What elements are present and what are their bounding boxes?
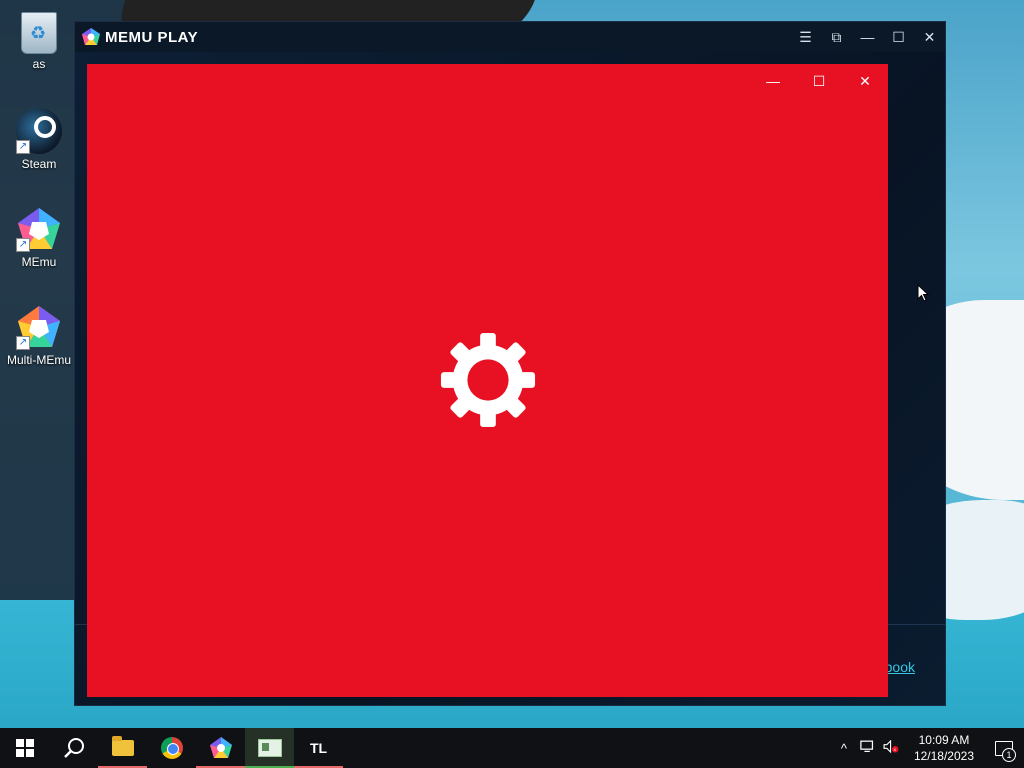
network-icon[interactable] — [856, 740, 880, 756]
minimize-button[interactable]: — — [852, 22, 883, 52]
search-button[interactable] — [49, 728, 98, 768]
desktop-icon-steam[interactable]: ↗ Steam — [2, 108, 76, 171]
memu-title-text: MEMU PLAY — [105, 28, 199, 46]
desktop-icon-label: as — [32, 57, 46, 71]
desktop-icon-label: MEmu — [21, 255, 57, 269]
chevron-up-icon[interactable]: ^ — [832, 741, 856, 756]
memu-logo-icon — [82, 28, 100, 45]
app-icon — [257, 739, 282, 757]
volume-muted-icon[interactable]: x — [880, 739, 904, 756]
app-minimize-button[interactable]: — — [750, 64, 796, 98]
notification-button[interactable]: 1 — [984, 728, 1024, 768]
gear-icon — [440, 332, 536, 428]
screen-mode-icon[interactable]: ⧉ — [821, 22, 852, 52]
desktop-icon-label: Steam — [21, 157, 57, 171]
shortcut-arrow-icon: ↗ — [16, 336, 30, 350]
windows-icon — [15, 739, 34, 757]
multi-memu-icon: ↗ — [16, 304, 62, 350]
taskbar: TL ^ x 10:09 AM 12/18/2023 1 — [0, 728, 1024, 768]
app-close-button[interactable]: ✕ — [842, 64, 888, 98]
memu-icon: ↗ — [16, 206, 62, 252]
clock[interactable]: 10:09 AM 12/18/2023 — [904, 732, 984, 764]
desktop-icon-multi-memu[interactable]: ↗ Multi-MEmu — [2, 304, 76, 367]
system-tray: ^ x 10:09 AM 12/18/2023 1 — [832, 728, 1024, 768]
chrome-icon — [160, 737, 183, 759]
maximize-button[interactable]: ☐ — [883, 22, 914, 52]
app-maximize-button[interactable]: ☐ — [796, 64, 842, 98]
taskbar-app[interactable] — [245, 728, 294, 768]
close-button[interactable]: ✕ — [914, 22, 945, 52]
clock-date: 12/18/2023 — [913, 749, 974, 763]
search-icon — [63, 738, 84, 758]
memu-icon — [209, 737, 232, 758]
file-explorer-icon — [111, 736, 134, 756]
notification-count: 1 — [1002, 748, 1016, 762]
recycle-bin-icon — [21, 12, 57, 54]
facebook-link[interactable]: book — [885, 659, 915, 675]
tl-icon: TL — [309, 740, 328, 756]
shortcut-arrow-icon: ↗ — [16, 238, 30, 252]
desktop-icon-label: Multi-MEmu — [6, 353, 71, 367]
desktop-icon-memu[interactable]: ↗ MEmu — [2, 206, 76, 269]
mouse-cursor-icon — [917, 284, 929, 302]
taskbar-tl[interactable]: TL — [294, 728, 343, 768]
menu-icon[interactable]: ☰ — [790, 22, 821, 52]
app-loading-window: — ☐ ✕ — [87, 64, 888, 697]
taskbar-chrome[interactable] — [147, 728, 196, 768]
taskbar-memu[interactable] — [196, 728, 245, 768]
shortcut-arrow-icon: ↗ — [16, 140, 30, 154]
desktop-icon-recycle-bin[interactable]: as — [2, 8, 76, 71]
start-button[interactable] — [0, 728, 49, 768]
clock-time: 10:09 AM — [918, 733, 970, 747]
memu-logo: MEMU PLAY — [81, 27, 198, 47]
taskbar-file-explorer[interactable] — [98, 728, 147, 768]
